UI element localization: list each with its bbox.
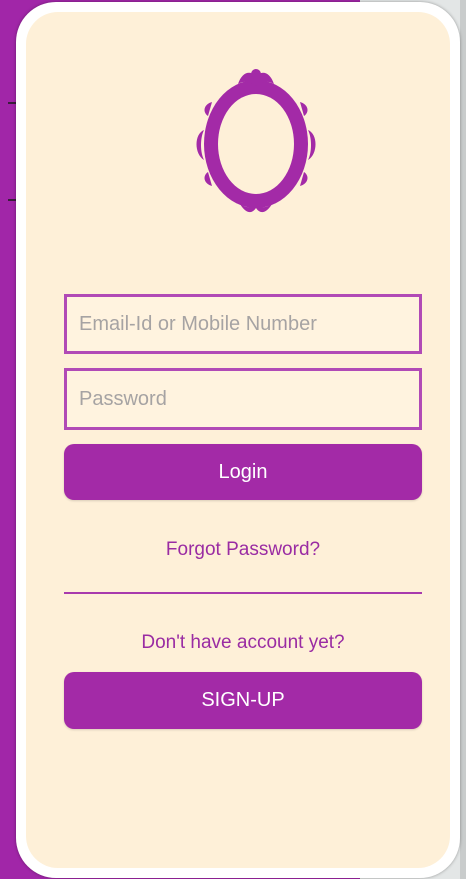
signup-prompt: Don't have account yet?	[141, 632, 345, 653]
forgot-password-link[interactable]: Forgot Password?	[64, 539, 422, 561]
login-button[interactable]: Login	[64, 444, 422, 500]
form-divider	[64, 592, 422, 594]
email-field[interactable]	[64, 294, 422, 354]
ornate-mirror-frame-icon	[196, 69, 316, 213]
email-input[interactable]	[79, 297, 419, 351]
signup-button[interactable]: SIGN-UP	[64, 672, 422, 729]
login-card-body: Login Forgot Password? Don't have accoun…	[26, 12, 450, 868]
login-card: Login Forgot Password? Don't have accoun…	[16, 2, 460, 878]
password-field[interactable]	[64, 368, 422, 430]
password-input[interactable]	[79, 371, 419, 427]
